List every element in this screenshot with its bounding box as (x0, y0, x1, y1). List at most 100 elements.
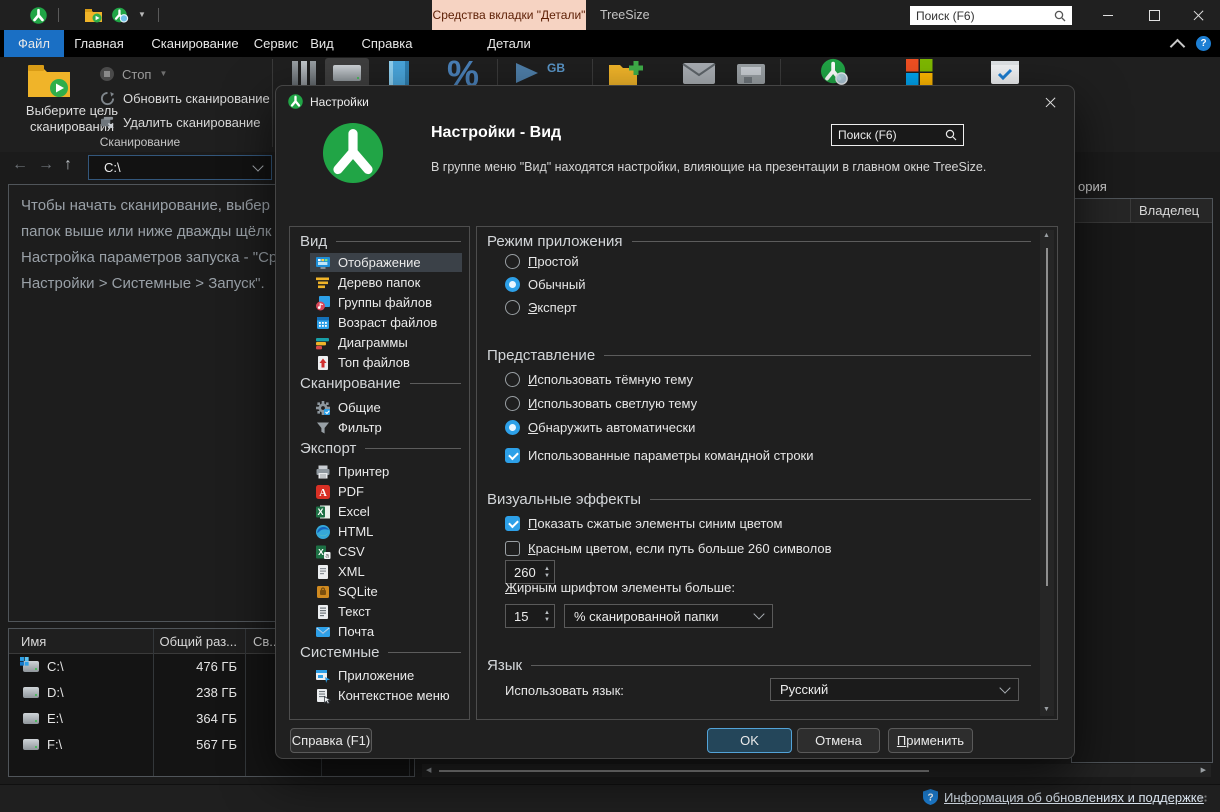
scroll-up-icon[interactable]: ▲ (1043, 232, 1050, 240)
tool-tab-details[interactable]: Средства вкладки "Детали" (432, 0, 586, 30)
section-language: Язык (487, 657, 1031, 674)
forward-icon[interactable]: → (38, 156, 54, 174)
stop-icon (100, 67, 114, 81)
nav-item-general[interactable]: Общие (310, 398, 462, 417)
ribbon-separator (272, 59, 273, 147)
radio-light-theme[interactable]: Использовать светлую тему (505, 394, 697, 412)
bold-threshold-spinner[interactable]: 15 ▲ ▼ (505, 604, 555, 628)
nav-item-printer[interactable]: Принтер (310, 462, 462, 481)
checkbox-cmdline-params[interactable]: Использованные параметры командной строк… (505, 446, 814, 464)
horizontal-scrollbar[interactable]: ◀ ▶ (422, 764, 1211, 777)
delete-scan-icon (101, 116, 114, 129)
menu-service[interactable]: Сервис (246, 30, 306, 57)
dialog-close-button[interactable] (1032, 90, 1068, 114)
help-icon[interactable]: ? (1196, 36, 1211, 51)
scroll-down-icon[interactable]: ▼ (1043, 706, 1050, 714)
nav-item-excel[interactable]: X Excel (310, 502, 462, 521)
radio-dark-theme[interactable]: Использовать тёмную тему (505, 370, 693, 388)
radio-auto-theme[interactable]: Обнаружить автоматически (505, 418, 695, 436)
xml-icon (318, 564, 328, 579)
history-tab-fragment[interactable]: ория (1078, 179, 1107, 194)
gear-icon (316, 400, 330, 415)
checkbox-compressed-blue[interactable]: Показать сжатые элементы синим цветом (505, 514, 782, 532)
nav-item-display[interactable]: Отображение (310, 253, 462, 272)
context-menu-icon (317, 688, 331, 704)
column-header-size[interactable]: Общий раз... (153, 634, 245, 649)
close-button[interactable] (1176, 0, 1220, 30)
drive-icon (23, 713, 39, 724)
back-icon[interactable]: ← (12, 156, 28, 174)
checked-window-icon[interactable] (990, 60, 1020, 85)
treesize-search-icon[interactable] (820, 58, 850, 86)
search-icon (1054, 10, 1066, 21)
menu-home[interactable]: Главная (64, 30, 134, 57)
nav-item-filter[interactable]: Фильтр (310, 418, 462, 437)
header-cell[interactable] (1072, 199, 1131, 222)
nav-item-xml[interactable]: XML (310, 562, 462, 581)
spinner-arrows-icon[interactable]: ▲ ▼ (544, 610, 550, 623)
gb-units-badge[interactable]: GB (547, 61, 565, 75)
qat-scan-folder-icon[interactable] (84, 7, 103, 23)
nav-item-top-files[interactable]: Топ файлов (310, 353, 462, 372)
language-combobox[interactable]: Русский (770, 678, 1019, 701)
mail-export-icon[interactable] (682, 62, 716, 85)
windows-logo-icon[interactable] (906, 59, 933, 86)
spinner-arrows-icon[interactable]: ▲ ▼ (544, 566, 550, 579)
nav-item-folder-tree[interactable]: Дерево папок (310, 273, 462, 292)
radio-simple[interactable]: Простой (505, 252, 579, 270)
menu-file[interactable]: Файл (4, 30, 64, 57)
radio-normal[interactable]: Обычный (505, 275, 585, 293)
nav-item-pdf[interactable]: A PDF (310, 482, 462, 501)
nav-item-html[interactable]: HTML (310, 522, 462, 541)
scrollbar-thumb[interactable] (1046, 248, 1048, 586)
svg-text:A: A (319, 488, 327, 499)
drive-view-button[interactable] (325, 58, 369, 88)
nav-item-mail[interactable]: Почта (310, 622, 462, 641)
update-info-link[interactable]: Информация об обновлениях и поддержке (944, 790, 1204, 805)
delete-scan-button[interactable]: Удалить сканирование (100, 113, 261, 131)
bold-unit-combobox[interactable]: % сканированной папки (564, 604, 773, 628)
path-combobox[interactable]: C:\ (88, 155, 272, 180)
column-header-name[interactable]: Имя (9, 634, 153, 649)
qat-rescan-icon[interactable] (111, 6, 129, 24)
up-icon[interactable]: ↑ (64, 156, 72, 174)
bar-chart-icon[interactable] (292, 61, 316, 87)
qat-dropdown-icon[interactable]: ▼ (138, 11, 146, 19)
cancel-button[interactable]: Отмена (797, 728, 880, 753)
apply-button[interactable]: Применить (888, 728, 973, 753)
nav-item-file-age[interactable]: Возраст файлов (310, 313, 462, 332)
collapse-ribbon-icon[interactable] (1169, 38, 1186, 55)
dialog-search-input[interactable]: Поиск (F6) (831, 124, 964, 146)
file-age-icon (317, 316, 329, 329)
nav-item-context-menu[interactable]: Контекстное меню (310, 686, 462, 705)
save-drive-icon[interactable] (736, 63, 766, 85)
menu-help[interactable]: Справка (352, 30, 422, 57)
select-target-icon[interactable] (26, 61, 72, 99)
radio-expert[interactable]: Эксперт (505, 298, 577, 316)
nav-item-file-groups[interactable]: Группы файлов (310, 293, 462, 312)
menu-view[interactable]: Вид (302, 30, 342, 57)
nav-item-charts[interactable]: Диаграммы (310, 333, 462, 352)
help-button[interactable]: Справка (F1) (290, 728, 372, 753)
nav-item-text[interactable]: Текст (310, 602, 462, 621)
add-folder-icon[interactable] (608, 59, 648, 87)
nav-item-sqlite[interactable]: SQLite (310, 582, 462, 601)
scrollbar-thumb[interactable] (439, 769, 930, 772)
stop-button[interactable]: Стоп ▼ (100, 65, 167, 83)
minimize-button[interactable] (1086, 0, 1130, 30)
scroll-left-icon[interactable]: ◀ (426, 767, 431, 775)
dialog-vertical-scrollbar[interactable]: ▲ ▼ (1040, 230, 1054, 716)
refresh-scan-button[interactable]: Обновить сканирование ▼ (100, 89, 286, 107)
titlebar-search-input[interactable]: Поиск (F6) (910, 6, 1072, 25)
nav-item-csv[interactable]: Xa CSV (310, 542, 462, 561)
db-column-icon[interactable] (387, 60, 411, 88)
nav-item-application[interactable]: Приложение (310, 666, 462, 685)
resize-grip[interactable] (1200, 795, 1208, 803)
checkbox-red-long-path[interactable]: Красным цветом, если путь больше 260 сим… (505, 539, 831, 557)
menu-scan[interactable]: Сканирование (140, 30, 250, 57)
maximize-button[interactable] (1132, 0, 1176, 30)
play-scan-icon[interactable] (514, 61, 540, 85)
scroll-right-icon[interactable]: ▶ (1201, 767, 1206, 775)
column-header-owner[interactable]: Владелец (1131, 203, 1199, 218)
ok-button[interactable]: OK (707, 728, 792, 753)
